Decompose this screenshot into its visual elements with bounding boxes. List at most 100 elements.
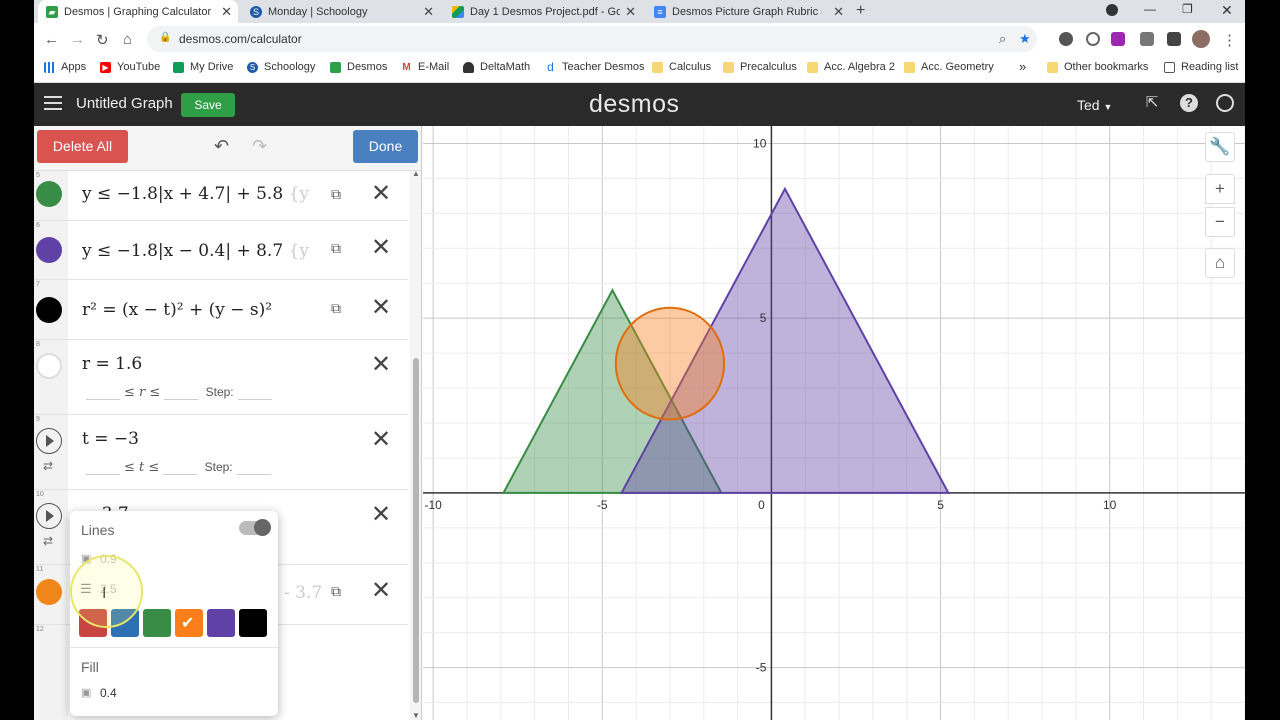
delete-expression-icon[interactable]: ✕ [371, 353, 391, 377]
duplicate-icon[interactable]: ⧉ [331, 583, 347, 599]
slider-max-field[interactable] [164, 399, 199, 400]
share-icon[interactable]: ⇱ [1143, 94, 1161, 112]
color-toggle-icon[interactable] [36, 579, 62, 605]
expression-row[interactable]: 7 r² = (x − t)² + (y − s)² ⧉ ✕ [34, 280, 408, 340]
extension-icon[interactable] [1059, 32, 1073, 46]
scrollbar-thumb[interactable] [413, 358, 419, 703]
expression-row[interactable]: 5 y ≤ −1.8|x + 4.7| + 5.8 {y ⧉ ✕ [34, 171, 408, 221]
expression-latex[interactable]: - 3.7 [284, 583, 322, 603]
bookmark-star-icon[interactable]: ★ [1019, 31, 1031, 47]
delete-expression-icon[interactable]: ✕ [371, 503, 391, 527]
slider-value[interactable]: t = −3 [82, 429, 139, 449]
slider-row[interactable]: 9 ⇄ t = −3 ≤ t ≤ Step: ✕ [34, 415, 408, 490]
zoom-in-icon[interactable]: + [1205, 174, 1235, 204]
loop-icon[interactable]: ⇄ [43, 459, 53, 473]
duplicate-icon[interactable]: ⧉ [331, 186, 347, 202]
slider-row[interactable]: 8 r = 1.6 ≤ r ≤ Step: ✕ [34, 340, 408, 415]
color-swatch-purple[interactable] [207, 609, 235, 637]
expression-scrollbar[interactable]: ▲ ▼ [410, 169, 421, 720]
close-tab-icon[interactable]: ✕ [625, 4, 636, 20]
bookmark-acc-geometry[interactable]: Acc. Geometry [904, 61, 994, 73]
delete-expression-icon[interactable]: ✕ [371, 182, 391, 206]
color-swatch-orange[interactable] [175, 609, 203, 637]
tab-docs-rubric[interactable]: ≡ Desmos Picture Graph Rubric (4 ✕ [646, 0, 850, 23]
expression-row[interactable]: 6 y ≤ −1.8|x − 0.4| + 8.7 {y ⧉ ✕ [34, 221, 408, 280]
home-view-icon[interactable]: ⌂ [1205, 248, 1235, 278]
slider-max-field[interactable] [163, 474, 198, 475]
color-swatch-green[interactable] [143, 609, 171, 637]
bookmark-email[interactable]: M E-Mail [401, 61, 449, 73]
wrench-settings-icon[interactable]: 🔧 [1205, 132, 1235, 162]
reading-list[interactable]: Reading list [1164, 61, 1238, 73]
restore-icon[interactable]: ❐ [1182, 2, 1193, 16]
slider-min-field[interactable] [86, 399, 120, 400]
bookmark-my-drive[interactable]: My Drive [173, 61, 233, 73]
color-toggle-icon[interactable] [36, 181, 62, 207]
avatar[interactable] [1192, 30, 1210, 48]
play-icon[interactable] [36, 428, 62, 454]
expression-latex[interactable]: r² = (x − t)² + (y − s)² [82, 300, 272, 320]
fill-opacity-input[interactable]: 0.4 [100, 686, 117, 700]
extension-icon[interactable] [1111, 32, 1125, 46]
profile-menu-icon[interactable] [1106, 4, 1118, 16]
help-icon[interactable]: ? [1180, 94, 1198, 112]
delete-expression-icon[interactable]: ✕ [371, 579, 391, 603]
back-icon[interactable]: ← [44, 31, 59, 48]
duplicate-icon[interactable]: ⧉ [331, 300, 347, 316]
color-swatch-black[interactable] [239, 609, 267, 637]
close-tab-icon[interactable]: ✕ [423, 4, 434, 20]
graph-title[interactable]: Untitled Graph [76, 95, 173, 112]
scroll-up-icon[interactable]: ▲ [412, 169, 420, 178]
scroll-down-icon[interactable]: ▼ [412, 711, 420, 720]
close-tab-icon[interactable]: ✕ [833, 4, 844, 20]
new-tab-icon[interactable]: + [856, 2, 865, 20]
bookmark-teacher-desmos[interactable]: d Teacher Desmos [545, 61, 645, 73]
undo-icon[interactable]: ↶ [214, 136, 229, 157]
close-tab-icon[interactable]: ✕ [221, 4, 232, 20]
play-icon[interactable] [36, 503, 62, 529]
slider-step-field[interactable] [237, 399, 272, 400]
color-toggle-icon[interactable] [36, 237, 62, 263]
graph-canvas[interactable]: -10 -5 0 5 10 10 5 -5 [423, 126, 1245, 720]
lines-toggle[interactable] [239, 519, 271, 536]
done-button[interactable]: Done [353, 130, 418, 163]
hamburger-menu-icon[interactable] [44, 96, 62, 110]
zoom-icon[interactable]: ⌕ [999, 31, 1006, 47]
loop-icon[interactable]: ⇄ [43, 534, 53, 548]
url-field[interactable]: 🔒 desmos.com/calculator ⌕ ★ [147, 26, 1037, 52]
redo-icon[interactable]: ↷ [252, 136, 267, 157]
tab-drive-pdf[interactable]: Day 1 Desmos Project.pdf - Goo ✕ [444, 0, 642, 23]
delete-expression-icon[interactable]: ✕ [371, 428, 391, 452]
slider-value[interactable]: r = 1.6 [82, 354, 142, 374]
home-icon[interactable]: ⌂ [123, 31, 132, 48]
expression-latex[interactable]: y ≤ −1.8|x + 4.7| + 5.8 {y [82, 184, 309, 204]
bookmark-calculus[interactable]: Calculus [652, 61, 711, 73]
delete-all-button[interactable]: Delete All [37, 130, 128, 163]
tab-desmos[interactable]: ▰ Desmos | Graphing Calculator ✕ [38, 0, 238, 23]
save-button[interactable]: Save [181, 93, 235, 117]
bookmark-youtube[interactable]: ▶ YouTube [100, 61, 160, 73]
graph-paper[interactable]: -10 -5 0 5 10 10 5 -5 🔧 + − ⌂ [423, 126, 1245, 720]
other-bookmarks[interactable]: Other bookmarks [1047, 61, 1148, 73]
extension-icon[interactable] [1086, 32, 1100, 46]
color-toggle-icon[interactable] [36, 297, 62, 323]
tab-schoology[interactable]: S Monday | Schoology ✕ [242, 0, 440, 23]
duplicate-icon[interactable]: ⧉ [331, 240, 347, 256]
bookmark-schoology[interactable]: S Schoology [247, 61, 315, 73]
bookmark-deltamath[interactable]: DeltaMath [463, 61, 530, 73]
delete-expression-icon[interactable]: ✕ [371, 236, 391, 260]
extension-icon[interactable] [1140, 32, 1154, 46]
bookmark-acc-algebra-2[interactable]: Acc. Algebra 2 [807, 61, 895, 73]
bookmark-precalculus[interactable]: Precalculus [723, 61, 797, 73]
bookmark-desmos[interactable]: Desmos [330, 61, 387, 73]
forward-icon[interactable]: → [70, 31, 85, 48]
reload-icon[interactable]: ↻ [96, 31, 109, 49]
bookmark-apps[interactable]: Apps [44, 61, 86, 73]
menu-dots-icon[interactable]: ⋮ [1222, 31, 1237, 49]
zoom-out-icon[interactable]: − [1205, 207, 1235, 237]
slider-step-field[interactable] [236, 474, 271, 475]
bookmarks-overflow-icon[interactable]: » [1019, 59, 1026, 74]
puzzle-icon[interactable] [1167, 32, 1181, 46]
close-window-icon[interactable]: ✕ [1221, 2, 1233, 19]
user-menu[interactable]: Ted ▼ [1077, 97, 1112, 113]
